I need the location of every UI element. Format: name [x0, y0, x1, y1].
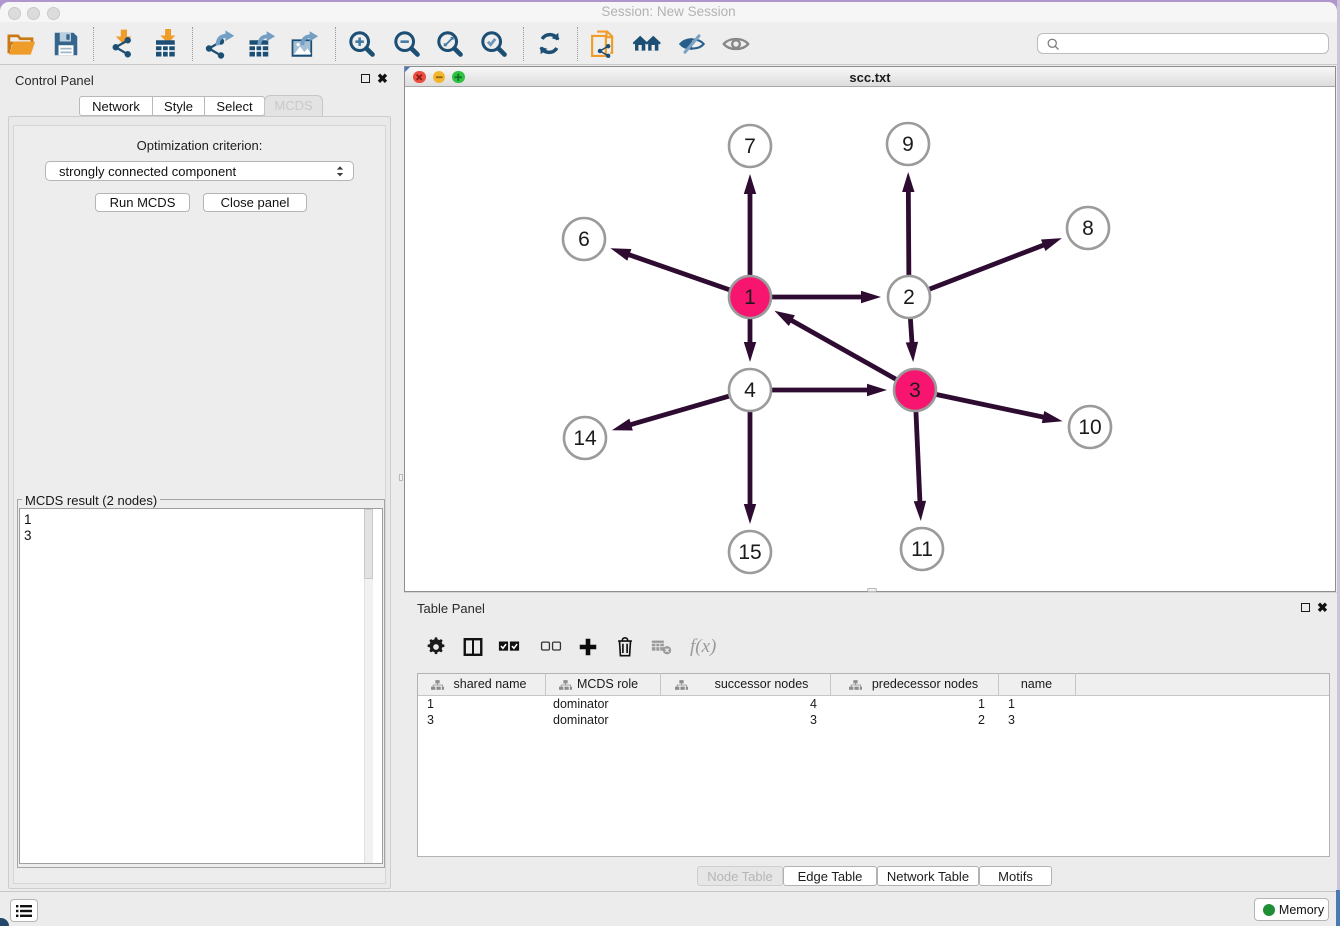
- svg-text:11: 11: [911, 538, 933, 561]
- svg-text:7: 7: [744, 135, 756, 158]
- svg-text:14: 14: [573, 427, 597, 450]
- svg-text:2: 2: [903, 286, 915, 309]
- svg-text:9: 9: [902, 133, 914, 156]
- svg-text:1: 1: [744, 286, 756, 309]
- svg-text:3: 3: [909, 379, 921, 402]
- svg-text:4: 4: [744, 379, 756, 402]
- svg-text:6: 6: [578, 228, 590, 251]
- svg-text:10: 10: [1078, 416, 1101, 439]
- svg-text:15: 15: [738, 541, 761, 564]
- svg-text:8: 8: [1082, 217, 1094, 240]
